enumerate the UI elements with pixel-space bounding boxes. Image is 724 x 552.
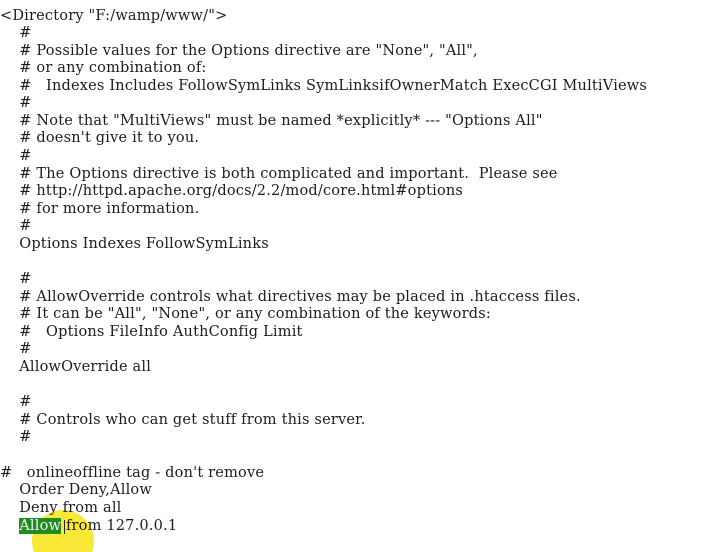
i-beam-cursor-icon (64, 520, 65, 534)
editor-line-15: Options Indexes FollowSymLinks (0, 236, 269, 252)
editor-line-11: # The Options directive is both complica… (0, 166, 558, 182)
editor-line-3: # (0, 25, 32, 41)
editor-line-20: # Options FileInfo AuthConfig Limit (0, 324, 303, 340)
editor-line-4: # Possible values for the Options direct… (0, 43, 478, 59)
editor-line-28: # onlineoffline tag - don't remove (0, 465, 265, 481)
editor-line-22: AllowOverride all (0, 359, 152, 375)
editor-line-2: <Directory "F:/wamp/www/"> (0, 8, 228, 24)
editor-line-30: Deny from all (0, 500, 122, 516)
editor-line-12: # http://httpd.apache.org/docs/2.2/mod/c… (0, 183, 464, 199)
editor-line-31: Allow from 127.0.0.1 (0, 517, 177, 535)
line-rest: from 127.0.0.1 (61, 518, 178, 534)
text-editor[interactable]: " <Directory "F:/wamp/www/"> # # Possibl… (0, 0, 724, 552)
editor-line-21: # (0, 341, 32, 357)
editor-line-19: # It can be "All", "None", or any combin… (0, 306, 491, 322)
editor-line-26: # (0, 429, 32, 445)
editor-line-24: # (0, 394, 32, 410)
editor-line-25: # Controls who can get stuff from this s… (0, 412, 366, 428)
editor-line-14: # (0, 218, 32, 234)
editor-line-29: Order Deny,Allow (0, 482, 152, 498)
editor-line-10: # (0, 148, 32, 164)
editor-line-6: # Indexes Includes FollowSymLinks SymLin… (0, 78, 648, 94)
editor-line-9: # doesn't give it to you. (0, 130, 200, 146)
editor-line-13: # for more information. (0, 201, 200, 217)
selected-text[interactable]: Allow (19, 518, 62, 534)
editor-line-18: # AllowOverride controls what directives… (0, 289, 581, 305)
editor-line-7: # (0, 95, 32, 111)
editor-line-5: # or any combination of: (0, 60, 207, 76)
editor-line-8: # Note that "MultiViews" must be named *… (0, 113, 543, 129)
editor-line-17: # (0, 271, 32, 287)
